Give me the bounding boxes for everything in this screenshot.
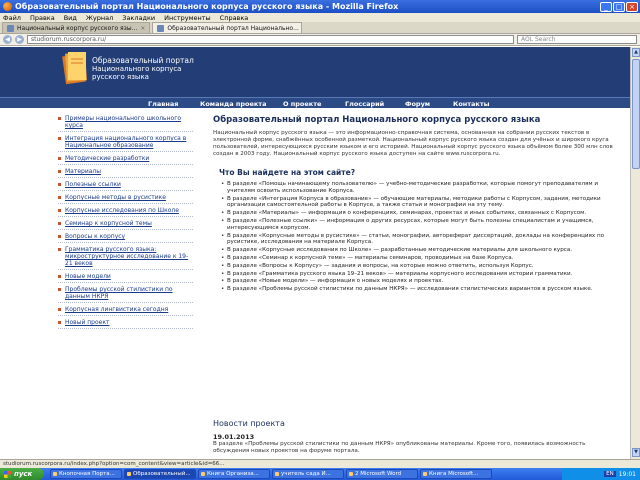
taskbar: пуск Кнопочная Порта... Образовательный.… bbox=[0, 468, 640, 480]
sidebar-item[interactable]: Методические разработки bbox=[58, 155, 193, 165]
taskbar-item[interactable]: учитель сада И... bbox=[272, 469, 344, 479]
windows-logo-icon bbox=[4, 470, 11, 478]
menu-bar: Файл Правка Вид Журнал Закладки Инструме… bbox=[0, 13, 640, 22]
section-title: Что Вы найдете на этом сайте? bbox=[219, 168, 356, 177]
scroll-down-icon[interactable]: ▼ bbox=[632, 448, 640, 457]
sidebar-item[interactable]: Новые модели bbox=[58, 273, 193, 283]
nav-contacts[interactable]: Контакты bbox=[453, 100, 489, 108]
list-item: В разделе «Корпусные исследования по Шко… bbox=[221, 247, 623, 254]
taskbar-item[interactable]: Кнопочная Порта... bbox=[50, 469, 122, 479]
menu-view[interactable]: Вид bbox=[64, 14, 77, 22]
taskbar-item[interactable]: Книга Microsoft... bbox=[420, 469, 492, 479]
language-indicator[interactable]: EN bbox=[604, 471, 616, 477]
window-titlebar: Образовательный портал Национального кор… bbox=[0, 0, 640, 13]
list-item: В разделе «Полезные ссылки» — информация… bbox=[221, 218, 623, 232]
menu-tools[interactable]: Инструменты bbox=[164, 14, 211, 22]
clock: 19:01 bbox=[618, 470, 636, 478]
list-item: В разделе «Новые модели» — информация о … bbox=[221, 278, 623, 285]
nav-about[interactable]: О проекте bbox=[283, 100, 321, 108]
system-tray: EN 19:01 bbox=[562, 468, 640, 480]
sidebar-item[interactable]: Вопросы к корпусу bbox=[58, 233, 193, 243]
window-controls: _ □ × bbox=[600, 1, 638, 12]
site-header: Образовательный портал Национального кор… bbox=[0, 47, 630, 97]
page-title: Образовательный портал Национального кор… bbox=[213, 115, 541, 125]
back-button[interactable]: ◀ bbox=[3, 35, 12, 44]
menu-history[interactable]: Журнал bbox=[86, 14, 113, 22]
sidebar-item[interactable]: Интеграция национального корпуса в Нацио… bbox=[58, 135, 193, 152]
book-logo-icon bbox=[62, 52, 87, 85]
minimize-button[interactable]: _ bbox=[600, 1, 612, 12]
sidebar-item[interactable]: Материалы bbox=[58, 168, 193, 178]
site-name-line3: русского языка bbox=[92, 73, 149, 81]
scroll-up-icon[interactable]: ▲ bbox=[632, 48, 640, 57]
sidebar-item[interactable]: Новый проект bbox=[58, 319, 193, 329]
menu-help[interactable]: Справка bbox=[220, 14, 249, 22]
close-button[interactable]: × bbox=[626, 1, 638, 12]
nav-forum[interactable]: Форум bbox=[405, 100, 430, 108]
feature-list: В разделе «Помощь начинающему пользовате… bbox=[213, 181, 623, 293]
site-name-line2: Национального корпуса bbox=[92, 65, 182, 73]
page-icon bbox=[7, 24, 14, 32]
news-title: Новости проекта bbox=[213, 419, 285, 428]
tab-label: Образовательный портал Национально... bbox=[167, 24, 299, 32]
scrollbar-thumb[interactable] bbox=[632, 59, 640, 169]
nav-team[interactable]: Команда проекта bbox=[200, 100, 266, 108]
sidebar-item[interactable]: Проблемы русской стилистики по данным НК… bbox=[58, 286, 193, 303]
url-input[interactable]: studiorum.ruscorpora.ru/ bbox=[27, 35, 514, 44]
search-input[interactable]: AOL Search bbox=[517, 35, 637, 44]
menu-edit[interactable]: Правка bbox=[30, 14, 55, 22]
start-button[interactable]: пуск bbox=[0, 468, 44, 480]
menu-bookmarks[interactable]: Закладки bbox=[122, 14, 155, 22]
vertical-scrollbar[interactable]: ▲ ▼ bbox=[630, 47, 640, 459]
taskbar-tasks: Кнопочная Порта... Образовательный... Кн… bbox=[50, 469, 562, 479]
sidebar-item[interactable]: Грамматика русского языка: микроструктур… bbox=[58, 246, 193, 270]
close-tab-icon[interactable]: × bbox=[140, 25, 145, 32]
tab-label: Национальный корпус русского язы... bbox=[17, 24, 138, 32]
close-tab-icon[interactable]: × bbox=[302, 25, 303, 32]
sidebar-item[interactable]: Полезные ссылки bbox=[58, 181, 193, 191]
tab-corpus[interactable]: Национальный корпус русского язы... × bbox=[2, 22, 151, 33]
menu-file[interactable]: Файл bbox=[3, 14, 21, 22]
site-name: Образовательный портал Национального кор… bbox=[92, 56, 194, 82]
main-content: Образовательный портал Национального кор… bbox=[213, 115, 623, 294]
tab-bar: Национальный корпус русского язы... × Об… bbox=[0, 22, 640, 34]
taskbar-item[interactable]: Образовательный... bbox=[124, 469, 196, 479]
sidebar-item[interactable]: Примеры национального школьного курса bbox=[58, 115, 193, 132]
page-viewport: Образовательный портал Национального кор… bbox=[0, 47, 630, 459]
start-label: пуск bbox=[14, 470, 33, 478]
taskbar-item[interactable]: 2 Microsoft Word bbox=[346, 469, 418, 479]
sidebar: Примеры национального школьного курса Ин… bbox=[58, 115, 193, 332]
news-date: 19.01.2013 bbox=[213, 433, 255, 441]
intro-text: Национальный корпус русского языка — это… bbox=[213, 130, 613, 157]
sidebar-item[interactable]: Корпусные методы в русистике bbox=[58, 194, 193, 204]
nav-glossary[interactable]: Глоссарий bbox=[345, 100, 384, 108]
maximize-button[interactable]: □ bbox=[613, 1, 625, 12]
list-item: В разделе «Семинар к корпусной теме» — м… bbox=[221, 255, 623, 262]
nav-home[interactable]: Главная bbox=[148, 100, 178, 108]
list-item: В разделе «Проблемы русской стилистики п… bbox=[221, 286, 623, 293]
list-item: В разделе «Вопросы к Корпусу» — задания … bbox=[221, 263, 623, 270]
forward-button[interactable]: ▶ bbox=[15, 35, 24, 44]
list-item: В разделе «Помощь начинающему пользовате… bbox=[221, 181, 623, 195]
sidebar-item[interactable]: Семинар к корпусной темы bbox=[58, 220, 193, 230]
list-item: В разделе «Корпусные методы в русистике»… bbox=[221, 233, 623, 247]
status-bar: studiorum.ruscorpora.ru/index.php?option… bbox=[0, 459, 640, 468]
taskbar-item[interactable]: Книга Организа... bbox=[198, 469, 270, 479]
tab-portal[interactable]: Образовательный портал Национально... × bbox=[152, 22, 303, 33]
navigation-bar: ◀ ▶ studiorum.ruscorpora.ru/ AOL Search bbox=[0, 34, 640, 46]
sidebar-item[interactable]: Корпусная лингвистика сегодня bbox=[58, 306, 193, 316]
site-name-line1: Образовательный портал bbox=[92, 56, 194, 65]
page-icon bbox=[157, 24, 165, 32]
firefox-icon bbox=[3, 2, 12, 11]
window-title: Образовательный портал Национального кор… bbox=[15, 2, 399, 11]
list-item: В разделе «Интеграция Корпуса в образова… bbox=[221, 196, 623, 210]
news-text: В разделе «Проблемы русской стилистики п… bbox=[213, 441, 586, 454]
site-nav: Главная Команда проекта О проекте Глосса… bbox=[0, 97, 630, 108]
list-item: В разделе «Материалы» — информация о кон… bbox=[221, 210, 623, 217]
sidebar-item[interactable]: Корпусные исследования по Школе bbox=[58, 207, 193, 217]
list-item: В разделе «Грамматика русского языка 19–… bbox=[221, 271, 623, 278]
